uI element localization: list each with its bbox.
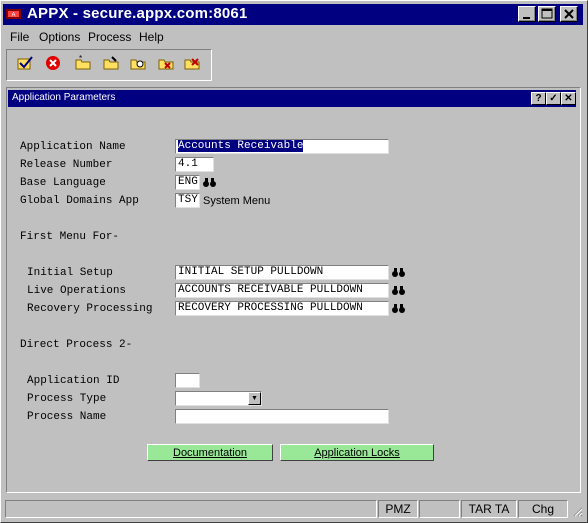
- menu-file[interactable]: File: [10, 30, 29, 44]
- recovery-processing-field[interactable]: RECOVERY PROCESSING PULLDOWN: [175, 301, 389, 316]
- ok-check-icon[interactable]: [15, 55, 35, 73]
- release-field[interactable]: 4.1: [175, 157, 214, 172]
- ok-icon[interactable]: ✓: [546, 92, 561, 105]
- svg-text:*: *: [79, 55, 82, 63]
- chevron-down-icon[interactable]: ▼: [248, 392, 261, 405]
- close-icon[interactable]: [560, 6, 578, 22]
- title-bar: A APPX - secure.appx.com:8061: [3, 4, 583, 25]
- change-folder-icon[interactable]: [101, 55, 121, 73]
- dialog-close-icon[interactable]: ✕: [561, 92, 576, 105]
- window-title: APPX - secure.appx.com:8061: [27, 5, 248, 22]
- global-domains-desc: System Menu: [203, 195, 271, 207]
- app-name-label: Application Name: [20, 141, 126, 153]
- app-logo-icon: A: [6, 7, 21, 21]
- status-tar-ta: TAR TA: [461, 500, 517, 518]
- process-name-field[interactable]: [175, 409, 389, 424]
- maximize-icon[interactable]: [538, 6, 556, 22]
- binoculars-icon[interactable]: [391, 283, 406, 298]
- menu-help[interactable]: Help: [139, 30, 164, 44]
- base-language-label: Base Language: [20, 177, 106, 189]
- application-locks-label: Application Locks: [314, 447, 400, 459]
- dialog-title: Application Parameters: [12, 92, 116, 103]
- global-domains-label: Global Domains App: [20, 195, 139, 207]
- menu-options[interactable]: Options: [39, 30, 80, 44]
- recovery-processing-label: Recovery Processing: [27, 303, 153, 315]
- menu-bar: File Options Process Help: [3, 28, 583, 46]
- binoculars-icon[interactable]: [391, 301, 406, 316]
- base-language-field[interactable]: ENG: [175, 175, 200, 190]
- initial-setup-label: Initial Setup: [27, 267, 113, 279]
- documentation-button[interactable]: Documentation: [147, 444, 273, 461]
- status-pmz: PMZ: [378, 500, 418, 518]
- toolbar: *: [6, 49, 212, 81]
- add-folder-icon[interactable]: *: [73, 54, 93, 73]
- folder-check-icon[interactable]: [182, 55, 202, 73]
- global-domains-field[interactable]: TSY: [175, 193, 200, 208]
- direct-process-label: Direct Process 2-: [20, 339, 133, 351]
- documentation-label: Documentation: [173, 447, 247, 459]
- svg-text:A: A: [11, 13, 15, 19]
- binoculars-icon[interactable]: [202, 175, 217, 190]
- app-name-field[interactable]: Accounts Receivable: [175, 139, 389, 154]
- app-name-value: Accounts Receivable: [178, 140, 304, 152]
- binoculars-icon[interactable]: [391, 265, 406, 280]
- status-mode: Chg: [518, 500, 568, 518]
- release-label: Release Number: [20, 159, 113, 171]
- minimize-icon[interactable]: [518, 6, 536, 22]
- menu-process[interactable]: Process: [88, 30, 131, 44]
- first-menu-label: First Menu For-: [20, 231, 120, 243]
- dialog-title-bar: Application Parameters ? ✓ ✕: [8, 90, 576, 107]
- application-id-field[interactable]: [175, 373, 200, 388]
- live-operations-label: Live Operations: [27, 285, 127, 297]
- initial-setup-field[interactable]: INITIAL SETUP PULLDOWN: [175, 265, 389, 280]
- process-type-label: Process Type: [27, 393, 107, 405]
- status-message: [5, 500, 377, 518]
- live-operations-field[interactable]: ACCOUNTS RECEIVABLE PULLDOWN: [175, 283, 389, 298]
- inquire-folder-icon[interactable]: [128, 55, 148, 73]
- resize-grip-icon[interactable]: [571, 505, 583, 517]
- application-id-label: Application ID: [27, 375, 120, 387]
- application-locks-button[interactable]: Application Locks: [280, 444, 434, 461]
- delete-folder-icon[interactable]: [156, 55, 176, 73]
- status-empty: [419, 500, 460, 518]
- help-icon[interactable]: ?: [531, 92, 546, 105]
- cancel-icon[interactable]: [43, 55, 63, 73]
- process-name-label: Process Name: [27, 411, 107, 423]
